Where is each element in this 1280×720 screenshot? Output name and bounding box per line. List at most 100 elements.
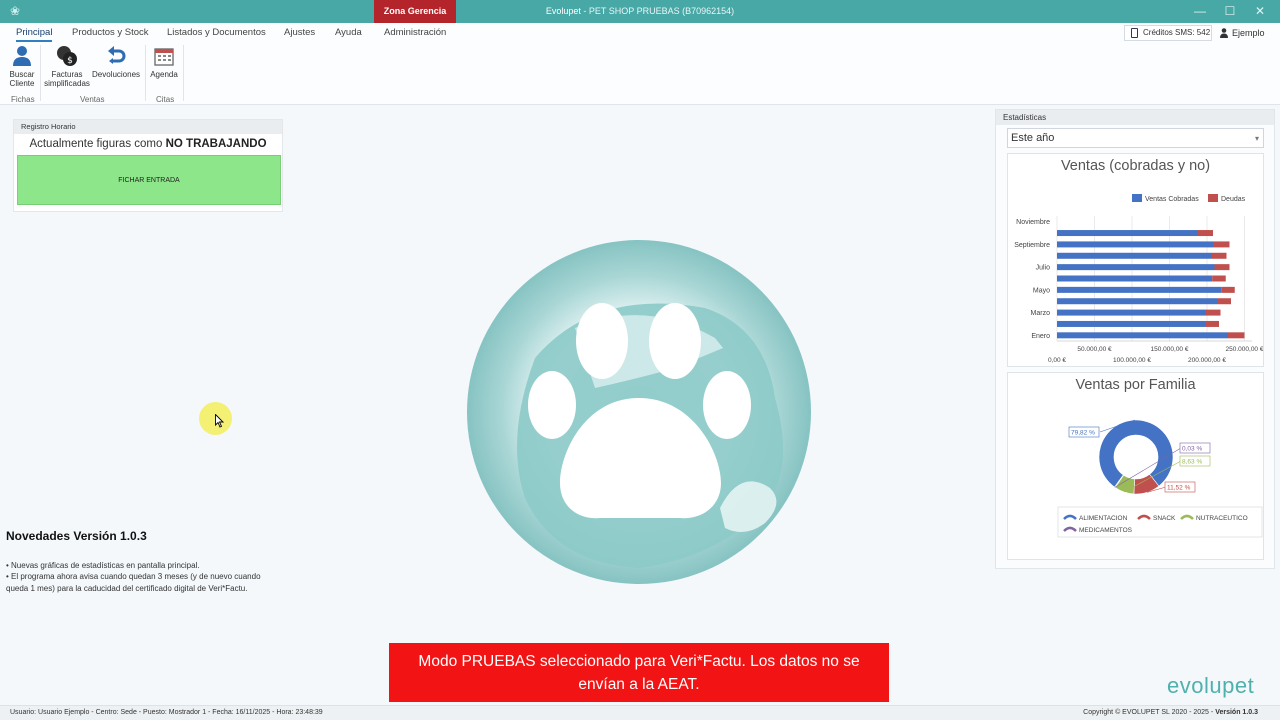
bar-segment — [1211, 252, 1227, 259]
copyright-text: Copyright © EVOLUPET SL 2020 - 2025 - — [1083, 709, 1216, 716]
tab-ayuda[interactable]: Ayuda — [335, 27, 362, 38]
minimize-button[interactable]: — — [1184, 0, 1216, 23]
brand-logo: evolupet — [1167, 673, 1255, 698]
toast-line: envían a la AEAT. — [578, 676, 700, 693]
bar-segment — [1217, 298, 1231, 305]
legend-swatch — [1180, 514, 1194, 520]
novedades-list: • Nuevas gráficas de estadísticas en pan… — [6, 560, 271, 594]
tab-ajustes[interactable]: Ajustes — [284, 27, 315, 38]
bar-segment — [1057, 241, 1213, 248]
status-bar: Usuario: Usuario Ejemplo - Centro: Sede … — [0, 705, 1280, 720]
sales-chart-title: Ventas (cobradas y no) — [1060, 158, 1211, 174]
category-label: Mayo — [1033, 287, 1050, 294]
ribbon-separator — [145, 45, 146, 101]
legend-swatch — [1208, 194, 1218, 202]
agenda-button[interactable]: Agenda — [149, 45, 179, 79]
slice-label: 8,63 % — [1182, 459, 1202, 466]
x-tick-label: 150.000,00 € — [1151, 346, 1189, 353]
bar-segment — [1057, 275, 1213, 282]
registro-horario-panel: Registro Horario Actualmente figuras com… — [13, 119, 283, 212]
bar-segment — [1205, 309, 1221, 316]
legend-label: ALIMENTACION — [1079, 515, 1128, 522]
family-donut-chart: 79,82 % 11,52 % 8,63 % 0,03 % ALIMENTACION SN… — [1057, 419, 1263, 538]
app-icon: ❀ — [9, 4, 21, 18]
novedades-item: • El programa ahora avisa cuando quedan … — [6, 572, 261, 593]
group-citas-label: Citas — [156, 95, 175, 104]
fichar-entrada-button[interactable]: FICHAR ENTRADA — [17, 155, 281, 205]
bar-segment — [1057, 230, 1198, 237]
period-select-value: Este año — [1011, 132, 1055, 144]
facturas-label: Facturas simplificadas — [44, 70, 90, 88]
devoluciones-button[interactable]: Devoluciones — [92, 45, 140, 79]
phone-icon — [1131, 28, 1138, 38]
category-label: Enero — [1031, 333, 1050, 340]
session-info: Usuario: Usuario Ejemplo - Centro: Sede … — [10, 709, 323, 716]
bar-segment — [1057, 298, 1218, 305]
family-chart-card: Ventas por Familia 79,82 % 11,52 % 8,63 % 0… — [1007, 372, 1264, 560]
window-subtitle: - PET SHOP PRUEBAS (B70962154) — [580, 6, 735, 16]
devoluciones-label: Devoluciones — [92, 70, 141, 79]
legend-label: MEDICAMENTOS — [1079, 527, 1133, 534]
toast-line: Modo PRUEBAS seleccionado para Veri*Fact… — [418, 653, 860, 670]
tab-listados[interactable]: Listados y Documentos — [167, 27, 266, 38]
statistics-header: Estadísticas — [996, 110, 1274, 125]
category-label: Noviembre — [1016, 219, 1050, 226]
legend-label: Deudas — [1221, 196, 1246, 203]
slice-label: 11,52 % — [1167, 485, 1191, 492]
maximize-button[interactable]: ☐ — [1214, 0, 1246, 23]
statistics-panel: Estadísticas Este año ▾ Ventas (cobradas… — [995, 109, 1275, 569]
bar-segment — [1057, 309, 1206, 316]
close-button[interactable]: ✕ — [1244, 0, 1276, 23]
slice-label: 0,03 % — [1182, 446, 1202, 453]
work-status: Actualmente figuras como NO TRABAJANDO — [14, 138, 282, 150]
sms-credits-button[interactable]: Créditos SMS: 542 — [1124, 25, 1212, 41]
bar-segment — [1057, 264, 1215, 271]
registro-horario-header: Registro Horario — [14, 120, 282, 134]
copyright-info: Copyright © EVOLUPET SL 2020 - 2025 - Ve… — [1083, 706, 1258, 720]
chevron-down-icon[interactable]: ▾ — [1255, 130, 1259, 148]
novedades-title: Novedades Versión 1.0.3 — [6, 529, 147, 543]
period-select[interactable]: Este año ▾ — [1007, 128, 1264, 148]
group-fichas-label: Fichas — [11, 95, 35, 104]
x-tick-label: 100.000,00 € — [1113, 357, 1151, 364]
bar-segment — [1205, 320, 1219, 327]
x-tick-label: 50.000,00 € — [1077, 346, 1112, 353]
calendar-icon — [154, 48, 174, 66]
group-ventas-label: Ventas — [80, 95, 105, 104]
ribbon: Buscar Cliente $ Facturas simplificadas … — [0, 43, 1280, 105]
sms-credits-label: Créditos SMS: 542 — [1143, 28, 1211, 37]
legend-label: Ventas Cobradas — [1145, 196, 1199, 203]
ribbon-separator — [40, 45, 41, 101]
sales-bar-chart: Ventas Cobradas Deudas Enero Marzo Mayo Julio… — [1014, 194, 1263, 364]
legend-swatch — [1137, 514, 1151, 520]
bar-segment — [1057, 320, 1206, 327]
window-title: Evolupet - PET SHOP PRUEBAS (B70962154) — [480, 0, 800, 23]
legend-swatch — [1063, 526, 1077, 532]
zone-badge: Zona Gerencia — [374, 0, 456, 23]
tab-productos[interactable]: Productos y Stock — [72, 27, 149, 38]
ribbon-tabs: Principal Productos y Stock Listados y D… — [0, 23, 1280, 43]
donut-slice — [1098, 419, 1174, 488]
novedades-item: • Nuevas gráficas de estadísticas en pan… — [6, 561, 200, 570]
bar-segment — [1228, 332, 1245, 339]
user-menu[interactable]: Ejemplo — [1218, 25, 1265, 41]
title-bar: ❀ Zona Gerencia Evolupet - PET SHOP PRUE… — [0, 0, 1280, 23]
x-tick-label: 0,00 € — [1048, 357, 1066, 364]
work-status-value: NO TRABAJANDO — [165, 138, 267, 150]
coins-icon: $ — [57, 46, 77, 66]
work-status-prefix: Actualmente figuras como — [29, 138, 163, 150]
buscar-cliente-button[interactable]: Buscar Cliente — [8, 45, 36, 88]
facturas-button[interactable]: $ Facturas simplificadas — [44, 45, 90, 88]
return-arrow-icon — [108, 46, 126, 64]
tab-principal[interactable]: Principal — [16, 27, 53, 42]
svg-text:$: $ — [67, 56, 73, 66]
user-icon — [1220, 28, 1228, 38]
category-label: Septiembre — [1014, 242, 1050, 249]
category-label: Julio — [1036, 265, 1051, 272]
tab-administracion[interactable]: Administración — [384, 27, 446, 38]
buscar-cliente-label: Buscar Cliente — [9, 70, 35, 88]
agenda-label: Agenda — [150, 70, 178, 79]
app-name: Evolupet — [545, 6, 581, 16]
veri-factu-warning-toast: Modo PRUEBAS seleccionado para Veri*Fact… — [389, 643, 889, 702]
legend-swatch — [1063, 514, 1077, 520]
